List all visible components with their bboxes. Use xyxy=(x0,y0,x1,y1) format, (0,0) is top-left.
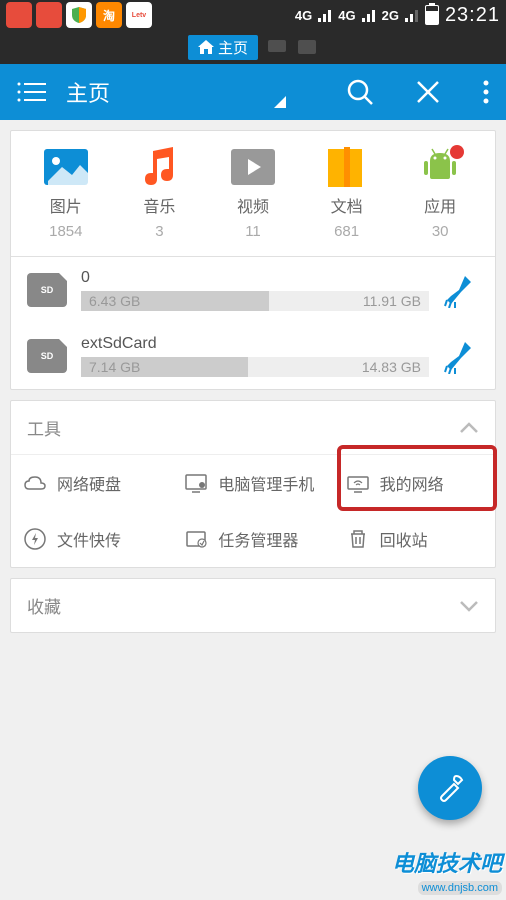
tools-section: 工具 网络硬盘 电脑管理手机 我的网络 文件快传 任务管理器 xyxy=(10,400,496,568)
network-icon xyxy=(346,471,370,495)
app-bar: 主页 xyxy=(0,64,506,120)
favorites-section: 收藏 xyxy=(10,578,496,633)
category-count: 3 xyxy=(155,223,163,240)
sd-card-icon: SD xyxy=(27,339,67,373)
clean-icon[interactable] xyxy=(443,272,479,308)
clean-icon[interactable] xyxy=(443,338,479,374)
tool-label: 文件快传 xyxy=(57,527,121,551)
monitor-icon xyxy=(184,471,208,495)
signal-icon xyxy=(405,8,419,22)
tool-label: 回收站 xyxy=(380,527,428,551)
tools-header[interactable]: 工具 xyxy=(11,401,495,454)
image-icon xyxy=(44,147,88,187)
notif-app-taobao-icon: 淘 xyxy=(96,2,122,28)
notif-app-letv-icon: Letv xyxy=(126,2,152,28)
tab-bar: 主页 xyxy=(0,30,506,64)
network-4g-label: 4G xyxy=(295,8,312,23)
storage-section: SD 0 6.43 GB 11.91 GB SD extSdCard xyxy=(11,256,495,389)
tool-label: 网络硬盘 xyxy=(57,471,121,495)
storage-bar: 6.43 GB 11.91 GB xyxy=(81,291,429,311)
tool-task-manager[interactable]: 任务管理器 xyxy=(172,511,333,567)
category-label: 视频 xyxy=(237,193,269,217)
tab-chat-icon[interactable] xyxy=(266,36,288,58)
tools-grid: 网络硬盘 电脑管理手机 我的网络 文件快传 任务管理器 回收站 xyxy=(11,454,495,567)
category-video[interactable]: 视频 11 xyxy=(206,147,300,240)
android-icon xyxy=(418,147,462,187)
category-count: 11 xyxy=(245,223,261,240)
storage-internal[interactable]: SD 0 6.43 GB 11.91 GB xyxy=(11,257,495,323)
category-grid: 图片 1854 音乐 3 视频 11 文档 xyxy=(11,131,495,256)
tool-label: 我的网络 xyxy=(380,471,444,495)
signal-icon xyxy=(362,8,376,22)
chevron-down-icon xyxy=(459,600,479,612)
storage-name: extSdCard xyxy=(81,335,429,353)
category-label: 应用 xyxy=(424,193,456,217)
bolt-icon xyxy=(23,527,47,551)
cloud-icon xyxy=(23,471,47,495)
network-4g-label-2: 4G xyxy=(338,8,355,23)
notif-app-jd-icon xyxy=(6,2,32,28)
tool-cloud-disk[interactable]: 网络硬盘 xyxy=(11,455,172,511)
fab-tools-button[interactable] xyxy=(418,756,482,820)
category-label: 音乐 xyxy=(143,193,175,217)
tool-my-network[interactable]: 我的网络 xyxy=(334,455,495,511)
wrench-icon xyxy=(434,772,466,804)
dropdown-indicator-icon[interactable] xyxy=(274,96,286,108)
main-card: 图片 1854 音乐 3 视频 11 文档 xyxy=(10,130,496,390)
category-label: 图片 xyxy=(50,193,82,217)
task-icon xyxy=(184,527,208,551)
storage-name: 0 xyxy=(81,269,429,287)
badge-dot xyxy=(450,145,464,159)
category-docs[interactable]: 文档 681 xyxy=(300,147,394,240)
category-images[interactable]: 图片 1854 xyxy=(19,147,113,240)
category-count: 1854 xyxy=(49,223,82,240)
status-time: 23:21 xyxy=(445,4,500,27)
chevron-up-icon xyxy=(459,422,479,434)
watermark-url: www.dnjsb.com xyxy=(418,881,502,895)
tab-wifi-icon[interactable] xyxy=(296,36,318,58)
notif-app-jd-icon xyxy=(36,2,62,28)
favorites-header[interactable]: 收藏 xyxy=(11,579,495,632)
status-app-icons: 淘 Letv xyxy=(6,2,152,28)
section-title: 工具 xyxy=(27,415,459,440)
document-icon xyxy=(325,147,369,187)
category-label: 文档 xyxy=(331,193,363,217)
section-title: 收藏 xyxy=(27,593,459,618)
close-icon[interactable] xyxy=(414,78,442,106)
trash-icon xyxy=(346,527,370,551)
video-icon xyxy=(231,147,275,187)
tab-home-label: 主页 xyxy=(218,37,248,58)
more-icon[interactable] xyxy=(482,78,490,106)
storage-total: 14.83 GB xyxy=(362,359,429,375)
category-count: 30 xyxy=(432,223,449,240)
network-2g-label: 2G xyxy=(382,8,399,23)
tool-recycle-bin[interactable]: 回收站 xyxy=(334,511,495,567)
storage-used: 7.14 GB xyxy=(81,359,140,375)
watermark-text: 电脑技术吧 xyxy=(392,846,502,878)
battery-icon xyxy=(425,5,439,25)
watermark: 电脑技术吧 www.dnjsb.com xyxy=(392,846,502,896)
storage-total: 11.91 GB xyxy=(363,293,429,309)
menu-icon[interactable] xyxy=(16,80,46,104)
tool-pc-manage[interactable]: 电脑管理手机 xyxy=(172,455,333,511)
tab-home[interactable]: 主页 xyxy=(188,35,258,60)
category-count: 681 xyxy=(334,223,359,240)
tool-label: 电脑管理手机 xyxy=(218,471,314,495)
status-bar: 淘 Letv 4G 4G 2G 23:21 xyxy=(0,0,506,30)
page-title: 主页 xyxy=(66,76,254,108)
sd-card-icon: SD xyxy=(27,273,67,307)
category-music[interactable]: 音乐 3 xyxy=(113,147,207,240)
storage-bar: 7.14 GB 14.83 GB xyxy=(81,357,429,377)
notif-app-shield-icon xyxy=(66,2,92,28)
signal-icon xyxy=(318,8,332,22)
storage-external[interactable]: SD extSdCard 7.14 GB 14.83 GB xyxy=(11,323,495,389)
home-icon xyxy=(198,40,214,54)
storage-used: 6.43 GB xyxy=(81,293,140,309)
tool-fast-transfer[interactable]: 文件快传 xyxy=(11,511,172,567)
tool-label: 任务管理器 xyxy=(218,527,298,551)
category-apps[interactable]: 应用 30 xyxy=(393,147,487,240)
music-icon xyxy=(137,147,181,187)
search-icon[interactable] xyxy=(346,78,374,106)
